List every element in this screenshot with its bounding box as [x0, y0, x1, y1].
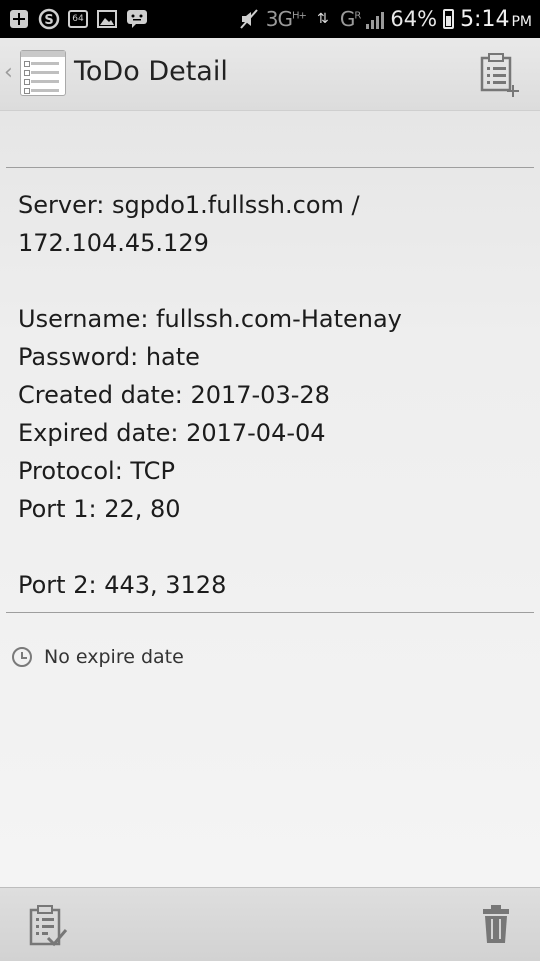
add-todo-icon [480, 53, 519, 97]
password: Password: hate [18, 343, 200, 371]
notification-icons: S 64 [8, 6, 148, 32]
checklist-icon [29, 905, 68, 947]
page-title: ToDo Detail [74, 56, 228, 87]
mark-done-button[interactable] [28, 904, 68, 948]
battery-percent: 64% [390, 7, 438, 31]
trash-icon [483, 905, 509, 943]
notification-badge: 64 [68, 10, 88, 28]
network-type-1: 3GH+ [265, 7, 307, 31]
status-bar: S 64 3GH+ ⇅ GR 64% 5:14 PM [0, 0, 540, 38]
mute-icon [238, 8, 260, 30]
add-notification-icon [8, 8, 30, 30]
expired-date: Expired date: 2017-04-04 [18, 419, 326, 447]
port-1: Port 1: 22, 80 [18, 495, 181, 523]
port-2: Port 2: 443, 3128 [18, 571, 227, 599]
app-logo-icon [20, 50, 66, 96]
top-divider [6, 167, 534, 168]
battery-icon [443, 9, 455, 29]
image-icon [96, 8, 118, 30]
server-line: Server: sgpdo1.fullssh.com / [18, 191, 360, 219]
action-bar: ‹ ToDo Detail [0, 38, 540, 111]
system-icons: 3GH+ ⇅ GR 64% 5:14 PM [238, 4, 532, 34]
expire-date-row[interactable]: No expire date [12, 643, 184, 671]
add-todo-button[interactable] [478, 52, 522, 98]
delete-button[interactable] [482, 904, 510, 944]
up-navigation[interactable]: ‹ [0, 38, 70, 110]
created-date: Created date: 2017-03-28 [18, 381, 330, 409]
username: Username: fullssh.com-Hatenay [18, 305, 402, 333]
clock-icon [12, 647, 32, 667]
todo-detail-content: Server: sgpdo1.fullssh.com / 172.104.45.… [0, 111, 540, 887]
svg-text:S: S [44, 13, 53, 28]
skype-icon: S [38, 8, 60, 30]
chevron-left-icon: ‹ [4, 60, 13, 85]
expire-date-label: No expire date [44, 646, 184, 668]
bottom-action-bar [0, 887, 540, 961]
bottom-divider [6, 612, 534, 613]
protocol: Protocol: TCP [18, 457, 175, 485]
signal-icon [366, 9, 385, 29]
network-type-2: GR [339, 7, 361, 31]
clock-time: 5:14 PM [460, 6, 532, 32]
messenger-icon [126, 8, 148, 30]
server-ip: 172.104.45.129 [18, 229, 209, 257]
data-arrows-icon: ⇅ [317, 11, 329, 27]
todo-description: Server: sgpdo1.fullssh.com / 172.104.45.… [18, 186, 528, 604]
